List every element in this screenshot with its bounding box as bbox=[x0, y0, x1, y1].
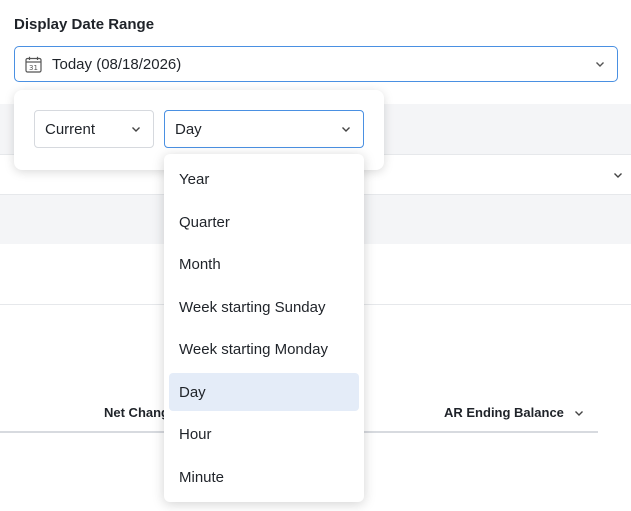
menu-item-label: Hour bbox=[179, 425, 212, 443]
chevron-down-icon bbox=[131, 121, 141, 138]
unit-select-value: Day bbox=[175, 120, 202, 138]
date-range-value: Today (08/18/2026) bbox=[52, 55, 182, 73]
chevron-down-icon bbox=[341, 121, 351, 138]
menu-item-year[interactable]: Year bbox=[169, 160, 359, 198]
menu-item-minute[interactable]: Minute bbox=[169, 458, 359, 496]
date-range-field[interactable]: 31 Today (08/18/2026) bbox=[14, 46, 618, 82]
menu-item-label: Month bbox=[179, 255, 221, 273]
menu-item-label: Day bbox=[179, 383, 206, 401]
column-header-ar-ending-balance[interactable]: AR Ending Balance bbox=[444, 405, 584, 420]
period-select[interactable]: Current bbox=[34, 110, 154, 148]
column-header-label: AR Ending Balance bbox=[444, 405, 564, 420]
unit-select[interactable]: Day bbox=[164, 110, 364, 148]
chevron-down-icon[interactable] bbox=[574, 408, 584, 418]
chevron-down-icon[interactable] bbox=[595, 56, 605, 74]
menu-item-label: Quarter bbox=[179, 213, 230, 231]
menu-item-label: Week starting Monday bbox=[179, 340, 328, 358]
menu-item-week-starting-sunday[interactable]: Week starting Sunday bbox=[169, 288, 359, 326]
menu-item-label: Week starting Sunday bbox=[179, 298, 326, 316]
menu-item-month[interactable]: Month bbox=[169, 245, 359, 283]
menu-item-quarter[interactable]: Quarter bbox=[169, 203, 359, 241]
period-select-value: Current bbox=[45, 120, 96, 138]
unit-dropdown-menu: Year Quarter Month Week starting Sunday … bbox=[164, 154, 364, 502]
page-title: Display Date Range bbox=[14, 16, 155, 33]
menu-item-week-starting-monday[interactable]: Week starting Monday bbox=[169, 330, 359, 368]
calendar-day: 31 bbox=[29, 64, 38, 72]
chevron-down-icon[interactable] bbox=[613, 167, 623, 185]
menu-item-hour[interactable]: Hour bbox=[169, 415, 359, 453]
menu-item-label: Year bbox=[179, 170, 210, 188]
menu-item-day[interactable]: Day bbox=[169, 373, 359, 411]
calendar-icon: 31 bbox=[25, 56, 42, 73]
menu-item-label: Minute bbox=[179, 468, 225, 486]
